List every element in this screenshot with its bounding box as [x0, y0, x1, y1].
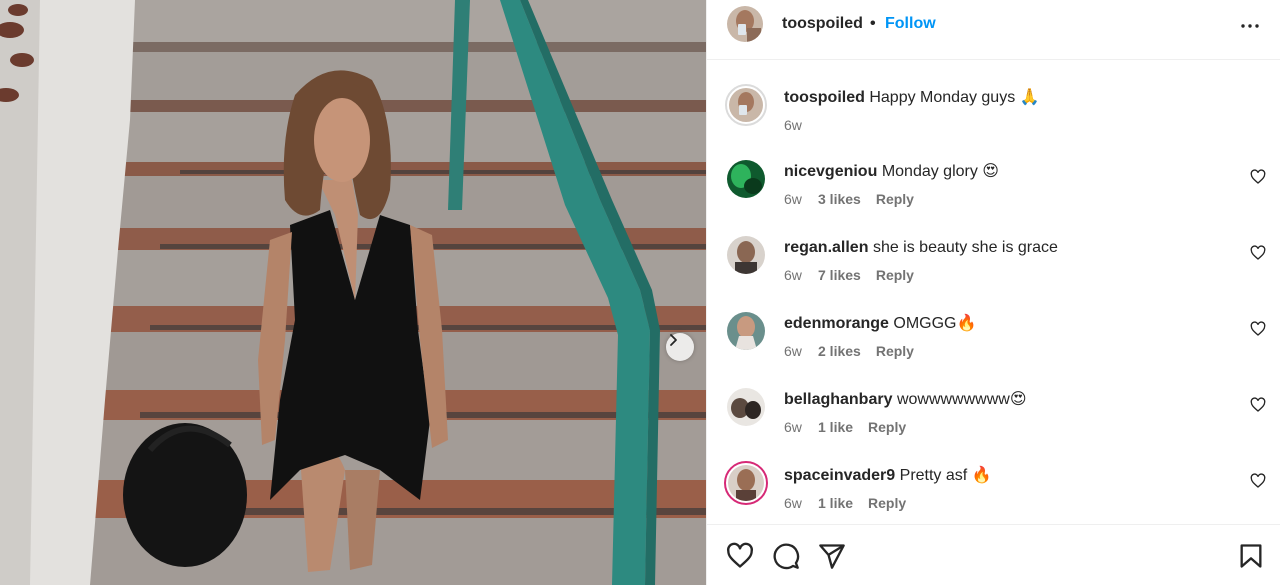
comment-likes[interactable]: 2 likes [818, 343, 861, 359]
reply-button[interactable]: Reply [876, 267, 914, 283]
comment-likes[interactable]: 7 likes [818, 267, 861, 283]
caption-body: Happy Monday guys 🙏 [869, 89, 1040, 106]
heart-icon[interactable] [1250, 169, 1266, 185]
comment-username[interactable]: nicevgeniou [784, 163, 877, 180]
comment-text: Monday glory 😍 [881, 163, 999, 180]
next-slide-button[interactable] [666, 333, 694, 361]
commenter-avatar[interactable] [727, 236, 765, 274]
separator-dot: • [870, 15, 876, 32]
commenter-avatar-story[interactable] [724, 461, 768, 505]
comment-likes[interactable]: 3 likes [818, 191, 861, 207]
comment-text: wowwwwwwww😍 [896, 391, 1027, 408]
caption-text: toospoiled Happy Monday guys 🙏 [784, 88, 1040, 108]
reply-button[interactable]: Reply [876, 191, 914, 207]
author-username[interactable]: toospoiled [782, 15, 863, 33]
share-icon[interactable] [818, 542, 846, 570]
comment-age[interactable]: 6w [784, 495, 818, 511]
heart-icon[interactable] [726, 542, 754, 570]
comment-age[interactable]: 6w [784, 419, 818, 435]
comment-item: regan.allen she is beauty she is grace 6… [707, 236, 1280, 312]
comment-username[interactable]: bellaghanbary [784, 391, 892, 408]
heart-icon[interactable] [1250, 397, 1266, 413]
heart-icon[interactable] [1250, 245, 1266, 261]
chevron-right-icon [670, 334, 677, 346]
comment-item: edenmorange OMGGG🔥 6w 2 likes Reply [707, 312, 1280, 388]
bookmark-icon[interactable] [1237, 542, 1265, 570]
follow-button[interactable]: Follow [885, 15, 936, 33]
commenter-avatar[interactable] [727, 388, 765, 426]
comment-username[interactable]: edenmorange [784, 315, 889, 332]
comment-icon[interactable] [772, 542, 800, 570]
author-avatar[interactable] [727, 6, 763, 42]
reply-button[interactable]: Reply [868, 495, 906, 511]
comment-age[interactable]: 6w [784, 191, 818, 207]
heart-icon[interactable] [1250, 321, 1266, 337]
post-side-panel: toospoiled • Follow toospoiled Happy Mon… [706, 0, 1280, 585]
comment-item: bellaghanbary wowwwwwwww😍 6w 1 like Repl… [707, 388, 1280, 464]
caption-age[interactable]: 6w [784, 117, 818, 133]
post-photo[interactable] [0, 0, 706, 585]
comment-likes[interactable]: 1 like [818, 419, 853, 435]
action-bar [707, 524, 1280, 585]
caption-meta: 6w [784, 117, 818, 133]
comment-text: Pretty asf 🔥 [899, 467, 992, 484]
comment-username[interactable]: spaceinvader9 [784, 467, 895, 484]
photo-illustration [0, 0, 706, 585]
comment-likes[interactable]: 1 like [818, 495, 853, 511]
comment-age[interactable]: 6w [784, 343, 818, 359]
caption: toospoiled Happy Monday guys 🙏 6w [707, 84, 1280, 162]
comment-text: she is beauty she is grace [872, 239, 1058, 256]
caption-avatar[interactable] [725, 84, 767, 126]
heart-icon[interactable] [1250, 473, 1266, 489]
commenter-avatar[interactable] [727, 312, 765, 350]
reply-button[interactable]: Reply [876, 343, 914, 359]
comment-username[interactable]: regan.allen [784, 239, 868, 256]
commenter-avatar[interactable] [727, 160, 765, 198]
comment-age[interactable]: 6w [784, 267, 818, 283]
post-container: toospoiled • Follow toospoiled Happy Mon… [0, 0, 1280, 585]
comment-text: OMGGG🔥 [893, 315, 977, 332]
post-header: toospoiled • Follow [707, 0, 1280, 60]
caption-username[interactable]: toospoiled [784, 89, 865, 106]
comment-item: nicevgeniou Monday glory 😍 6w 3 likes Re… [707, 160, 1280, 236]
more-options-icon[interactable] [1240, 16, 1260, 36]
reply-button[interactable]: Reply [868, 419, 906, 435]
